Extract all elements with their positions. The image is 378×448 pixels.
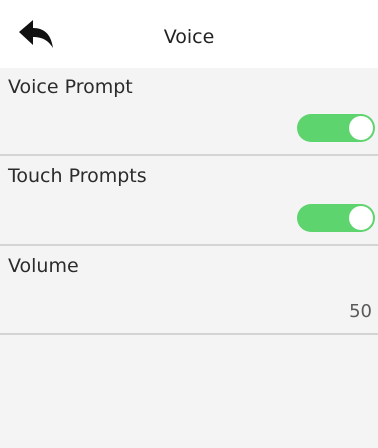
divider	[0, 244, 378, 246]
toggle-knob	[349, 206, 373, 230]
toggle-knob	[349, 116, 373, 140]
touch-prompts-toggle[interactable]	[297, 204, 375, 232]
divider	[0, 154, 378, 156]
header-bar: Voice	[0, 0, 378, 68]
divider	[0, 333, 378, 335]
voice-prompt-toggle[interactable]	[297, 114, 375, 142]
volume-row[interactable]: Volume 50	[0, 247, 378, 335]
volume-label: Volume	[8, 255, 79, 277]
voice-prompt-label: Voice Prompt	[8, 76, 133, 98]
voice-prompt-row[interactable]: Voice Prompt	[0, 68, 378, 156]
volume-value: 50	[349, 301, 372, 322]
page-title: Voice	[163, 26, 215, 48]
touch-prompts-label: Touch Prompts	[8, 165, 147, 187]
